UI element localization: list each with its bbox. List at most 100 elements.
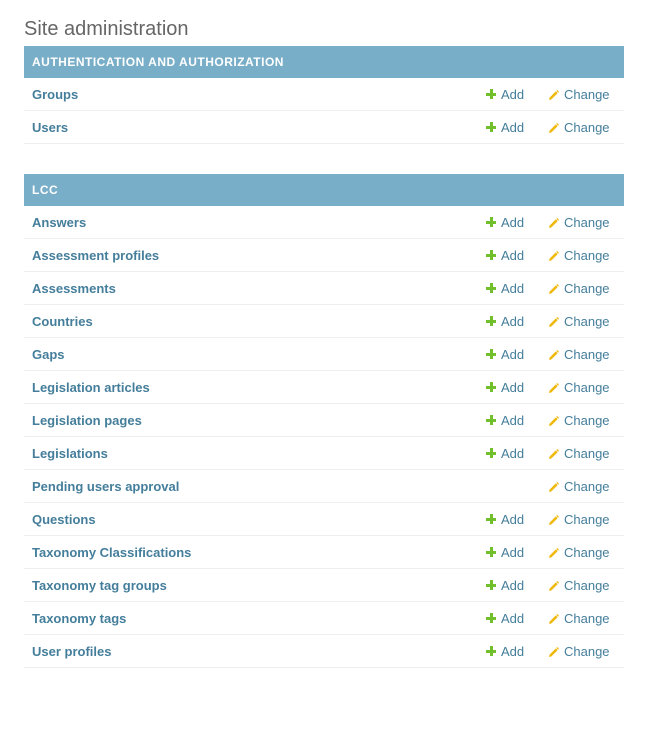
app-list: AUTHENTICATION AND AUTHORIZATION Groups Ad…	[24, 46, 624, 668]
model-row: Countries Add Change	[24, 305, 624, 338]
model-row: Taxonomy tag groups Add Change	[24, 569, 624, 602]
change-link[interactable]: Change	[548, 87, 624, 102]
model-row: Legislation pages Add Change	[24, 404, 624, 437]
content: Site administration AUTHENTICATION AND A…	[0, 0, 654, 668]
plus-icon	[486, 217, 496, 227]
plus-icon	[486, 382, 496, 392]
add-link[interactable]: Add	[486, 512, 548, 527]
add-label: Add	[501, 511, 525, 527]
plus-icon	[486, 89, 496, 99]
add-link[interactable]: Add	[486, 87, 548, 102]
model-link[interactable]: Pending users approval	[24, 479, 486, 494]
plus-icon	[486, 514, 496, 524]
add-label: Add	[501, 247, 525, 263]
model-link[interactable]: Legislations	[24, 446, 486, 461]
add-link[interactable]: Add	[486, 545, 548, 560]
model-link[interactable]: User profiles	[24, 644, 486, 659]
pencil-icon	[548, 349, 559, 360]
change-label: Change	[564, 247, 610, 263]
change-link[interactable]: Change	[548, 578, 624, 593]
change-link[interactable]: Change	[548, 644, 624, 659]
module-caption[interactable]: AUTHENTICATION AND AUTHORIZATION	[24, 46, 624, 78]
model-row: Taxonomy tags Add Change	[24, 602, 624, 635]
plus-icon	[486, 448, 496, 458]
change-link[interactable]: Change	[548, 215, 624, 230]
add-link[interactable]: Add	[486, 446, 548, 461]
app-module: AUTHENTICATION AND AUTHORIZATION Groups Ad…	[24, 46, 624, 144]
change-link[interactable]: Change	[548, 347, 624, 362]
model-link[interactable]: Assessment profiles	[24, 248, 486, 263]
add-link[interactable]: Add	[486, 380, 548, 395]
add-link[interactable]: Add	[486, 347, 548, 362]
pencil-icon	[548, 382, 559, 393]
add-label: Add	[501, 86, 525, 102]
model-row: User profiles Add Change	[24, 635, 624, 668]
pencil-icon	[548, 250, 559, 261]
add-link[interactable]: Add	[486, 644, 548, 659]
model-link[interactable]: Users	[24, 120, 486, 135]
add-label: Add	[501, 119, 525, 135]
module-caption[interactable]: LCC	[24, 174, 624, 206]
pencil-icon	[548, 217, 559, 228]
add-label: Add	[501, 280, 525, 296]
change-label: Change	[564, 544, 610, 560]
add-label: Add	[501, 313, 525, 329]
add-link[interactable]: Add	[486, 578, 548, 593]
change-label: Change	[564, 643, 610, 659]
pencil-icon	[548, 646, 559, 657]
change-link[interactable]: Change	[548, 479, 624, 494]
change-link[interactable]: Change	[548, 380, 624, 395]
add-link[interactable]: Add	[486, 248, 548, 263]
add-link[interactable]: Add	[486, 281, 548, 296]
add-label: Add	[501, 577, 525, 593]
model-row: Assessment profiles Add Change	[24, 239, 624, 272]
add-label: Add	[501, 379, 525, 395]
model-link[interactable]: Countries	[24, 314, 486, 329]
plus-icon	[486, 613, 496, 623]
add-link[interactable]: Add	[486, 120, 548, 135]
plus-icon	[486, 349, 496, 359]
add-link[interactable]: Add	[486, 413, 548, 428]
change-label: Change	[564, 119, 610, 135]
add-label: Add	[501, 610, 525, 626]
model-link[interactable]: Gaps	[24, 347, 486, 362]
plus-icon	[486, 250, 496, 260]
pencil-icon	[548, 580, 559, 591]
pencil-icon	[548, 481, 559, 492]
add-link[interactable]: Add	[486, 611, 548, 626]
change-label: Change	[564, 511, 610, 527]
model-row: Questions Add Change	[24, 503, 624, 536]
add-link[interactable]: Add	[486, 314, 548, 329]
model-link[interactable]: Questions	[24, 512, 486, 527]
model-link[interactable]: Legislation articles	[24, 380, 486, 395]
change-link[interactable]: Change	[548, 611, 624, 626]
change-link[interactable]: Change	[548, 446, 624, 461]
model-link[interactable]: Taxonomy Classifications	[24, 545, 486, 560]
model-link[interactable]: Groups	[24, 87, 486, 102]
change-label: Change	[564, 214, 610, 230]
change-link[interactable]: Change	[548, 120, 624, 135]
change-link[interactable]: Change	[548, 248, 624, 263]
change-label: Change	[564, 379, 610, 395]
change-label: Change	[564, 313, 610, 329]
change-label: Change	[564, 610, 610, 626]
change-link[interactable]: Change	[548, 545, 624, 560]
model-link[interactable]: Assessments	[24, 281, 486, 296]
model-link[interactable]: Taxonomy tag groups	[24, 578, 486, 593]
plus-icon	[486, 415, 496, 425]
change-link[interactable]: Change	[548, 281, 624, 296]
app-module: LCC Answers Add Change Assessment profiles Ad…	[24, 174, 624, 668]
change-label: Change	[564, 577, 610, 593]
model-link[interactable]: Answers	[24, 215, 486, 230]
change-label: Change	[564, 86, 610, 102]
change-link[interactable]: Change	[548, 512, 624, 527]
model-link[interactable]: Legislation pages	[24, 413, 486, 428]
add-label: Add	[501, 214, 525, 230]
model-row: Legislation articles Add Change	[24, 371, 624, 404]
change-link[interactable]: Change	[548, 314, 624, 329]
change-link[interactable]: Change	[548, 413, 624, 428]
model-link[interactable]: Taxonomy tags	[24, 611, 486, 626]
plus-icon	[486, 580, 496, 590]
add-label: Add	[501, 643, 525, 659]
add-link[interactable]: Add	[486, 215, 548, 230]
